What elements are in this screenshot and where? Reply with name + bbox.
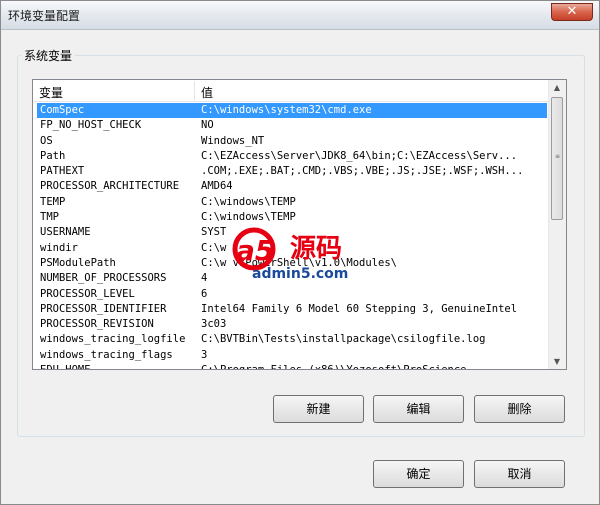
window-title: 环境变量配置 xyxy=(8,9,81,23)
variable-name: PROCESSOR_LEVEL xyxy=(40,287,135,300)
variable-value: C:\EZAccess\Server\JDK8_64\bin;C:\EZAcce… xyxy=(201,149,518,162)
cancel-button[interactable]: 取消 xyxy=(474,460,565,488)
list-item[interactable]: TEMP C:\windows\TEMP xyxy=(33,195,549,210)
list-header: 变量 值 xyxy=(33,80,549,102)
variable-value: C:\windows\TEMP xyxy=(201,211,296,224)
close-button[interactable]: ✕ xyxy=(551,3,593,21)
variable-name: windows_tracing_logfile xyxy=(40,333,186,346)
scrollbar-thumb[interactable]: ≡ xyxy=(551,97,563,220)
variable-name: NUMBER_OF_PROCESSORS xyxy=(40,272,167,285)
variable-value: .COM;.EXE;.BAT;.CMD;.VBS;.VBE;.JS;.JSE;.… xyxy=(201,165,524,178)
column-header-variable[interactable]: 变量 xyxy=(39,84,63,101)
variable-name: windows_tracing_flags xyxy=(40,348,173,361)
list-item[interactable]: ComSpec C:\windows\system32\cmd.exe xyxy=(37,103,547,119)
variable-value: C:\windows\TEMP xyxy=(201,195,296,208)
list-item[interactable]: FP_NO_HOST_CHECK NO xyxy=(33,118,549,133)
column-header-value[interactable]: 值 xyxy=(201,84,213,101)
ok-button[interactable]: 确定 xyxy=(373,460,464,488)
list-item[interactable]: TMP C:\windows\TEMP xyxy=(33,210,549,225)
list-item[interactable]: PROCESSOR_LEVEL 6 xyxy=(33,287,549,302)
variable-name: TMP xyxy=(40,211,59,224)
variable-name: EDU_HOME xyxy=(40,363,196,369)
variable-value: C:\windows\system32\cmd.exe xyxy=(201,104,372,116)
edit-button[interactable]: 编辑 xyxy=(373,395,464,423)
watermark-domain: admin5.com xyxy=(252,266,348,281)
variable-name: PATHEXT xyxy=(40,165,85,178)
variable-value: NO xyxy=(201,119,214,132)
title-bar[interactable]: 环境变量配置 ✕ xyxy=(1,1,599,30)
list-item[interactable]: EDU_HOME C:\Program Files (x86)\Yozosoft\… xyxy=(33,363,549,369)
grip-icon: ≡ xyxy=(555,153,561,160)
group-label: 系统变量 xyxy=(21,47,76,64)
list-item[interactable]: PROCESSOR_REVISION 3c03 xyxy=(33,317,549,332)
list-item[interactable]: windows_tracing_flags 3 xyxy=(33,348,549,363)
watermark-brand: a5 xyxy=(236,234,274,267)
list-item[interactable]: PROCESSOR_ARCHITECTURE AMD64 xyxy=(33,179,549,194)
variable-value: C:\Program Files (x86)\Yozosoft\ProScien… xyxy=(201,363,546,369)
variable-value: 6 xyxy=(201,287,208,300)
scroll-down-icon[interactable]: ▼ xyxy=(552,357,562,366)
list-item[interactable]: PATHEXT .COM;.EXE;.BAT;.CMD;.VBS;.VBE;.JS… xyxy=(33,164,549,179)
vertical-scrollbar[interactable]: ▲ ≡ ▼ xyxy=(548,80,566,369)
variable-value: 3 xyxy=(201,348,208,361)
variable-name: FP_NO_HOST_CHECK xyxy=(40,119,142,132)
variable-name: OS xyxy=(40,134,53,147)
variable-value: Intel64 Family 6 Model 60 Stepping 3, Ge… xyxy=(201,302,518,315)
watermark-cn: 源码 xyxy=(290,234,342,264)
variable-name: PROCESSOR_IDENTIFIER xyxy=(40,302,167,315)
variable-name: TEMP xyxy=(40,195,66,208)
watermark-logo: a5 源码 admin5.com xyxy=(232,227,348,281)
variable-name: ComSpec xyxy=(40,104,85,116)
variable-value: Windows_NT xyxy=(201,134,265,147)
dialog-window: 环境变量配置 ✕ 系统变量 变量 值 ComSpec C:\windows\sys… xyxy=(0,0,600,505)
list-item[interactable]: Path C:\EZAccess\Server\JDK8_64\bin;C:\EZ… xyxy=(33,149,549,164)
variable-name: USERNAME xyxy=(40,226,91,239)
list-item[interactable]: windows_tracing_logfile C:\BVTBin\Tests\i… xyxy=(33,332,549,347)
close-icon: ✕ xyxy=(566,4,578,19)
scroll-up-icon[interactable]: ▲ xyxy=(552,83,562,92)
delete-button[interactable]: 删除 xyxy=(474,395,565,423)
column-separator[interactable] xyxy=(194,81,195,100)
variable-value: 3c03 xyxy=(201,318,227,331)
list-item[interactable]: OS Windows_NT xyxy=(33,134,549,149)
variable-name: windir xyxy=(40,241,78,254)
variable-value: AMD64 xyxy=(201,180,233,193)
list-item[interactable]: PROCESSOR_IDENTIFIER Intel64 Family 6 Mod… xyxy=(33,302,549,317)
variable-name: Path xyxy=(40,149,66,162)
variable-name: PROCESSOR_REVISION xyxy=(40,318,154,331)
variable-name: PROCESSOR_ARCHITECTURE xyxy=(40,180,180,193)
new-button[interactable]: 新建 xyxy=(273,395,364,423)
variables-list[interactable]: 变量 值 ComSpec C:\windows\system32\cmd.exe F… xyxy=(32,79,567,370)
variable-name: PSModulePath xyxy=(40,256,116,269)
variable-value: C:\BVTBin\Tests\installpackage\csilogfil… xyxy=(201,333,486,346)
